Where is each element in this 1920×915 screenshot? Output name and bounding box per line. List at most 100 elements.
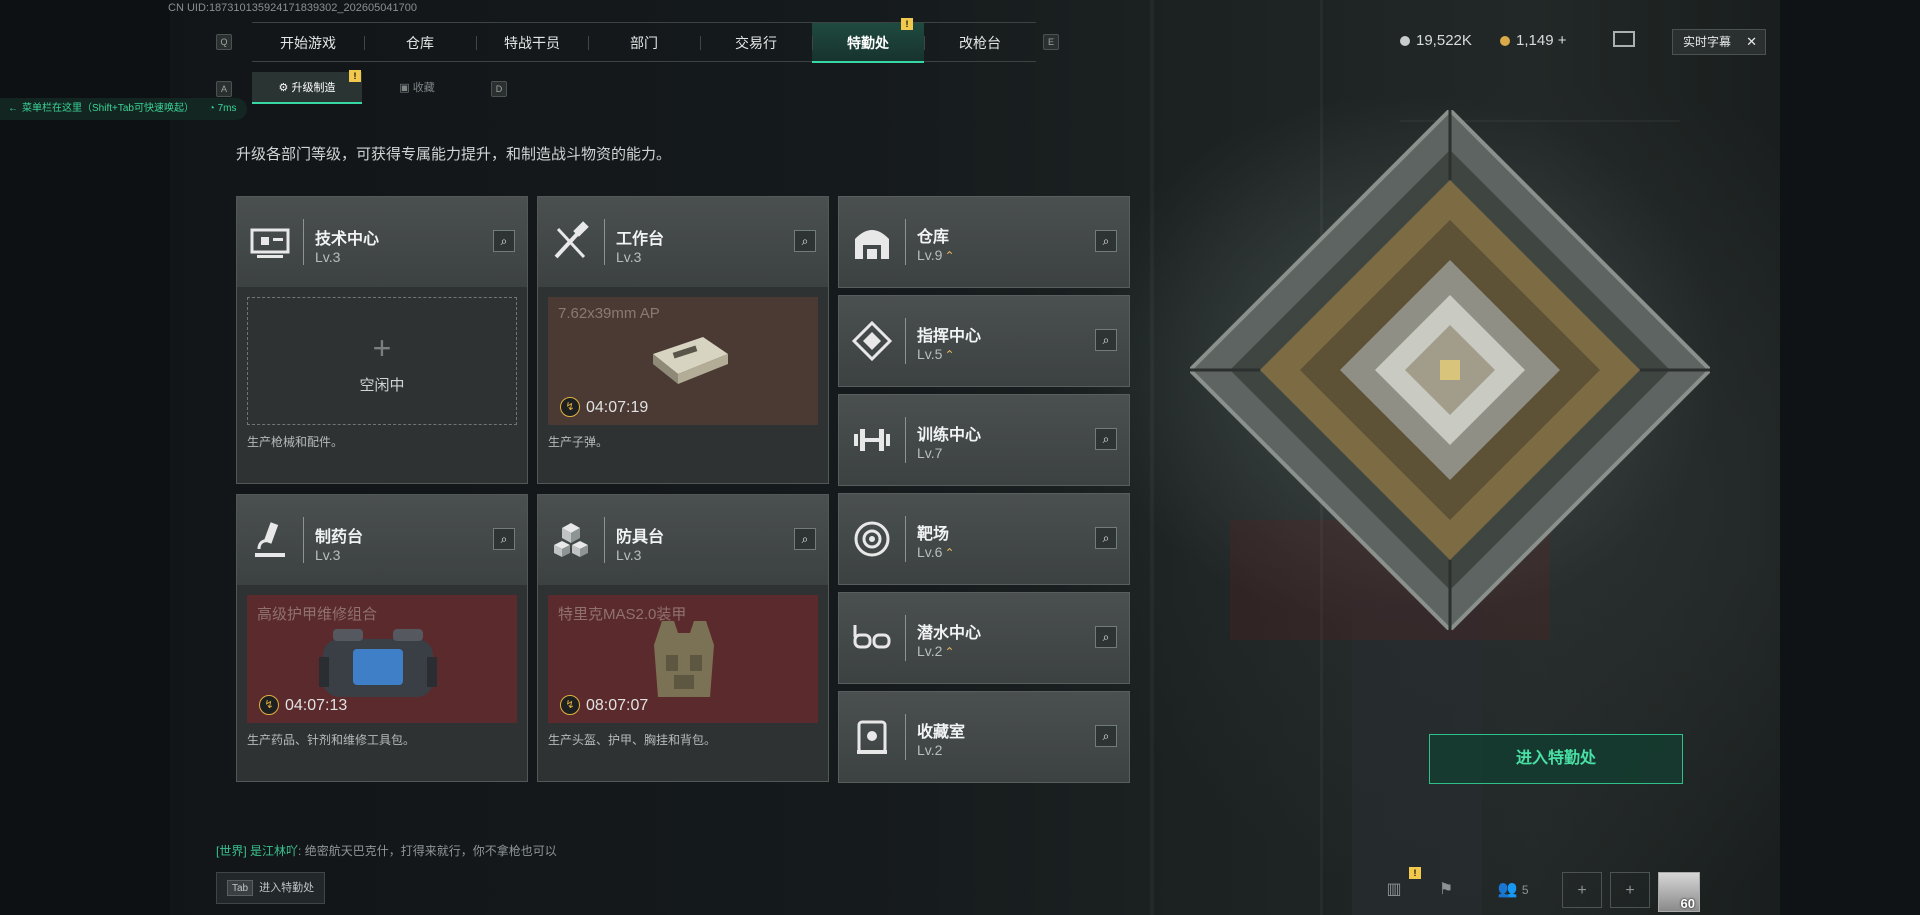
card-body: 特里克MAS2.0装甲 ↯ 08:07:07 生产头盔、护甲、胸挂和背包。 bbox=[538, 585, 828, 781]
card-pharmacy[interactable]: 制药台 Lv.3 ⌕ 高级护甲维修组合 ↯ 04:07:13 生产药品、针剂和维… bbox=[236, 494, 528, 782]
command-icon bbox=[851, 320, 893, 362]
dept-collection-room[interactable]: 收藏室 Lv.2 ⌕ bbox=[838, 691, 1130, 783]
page-description: 升级各部门等级，可获得专属能力提升，和制造战斗物资的能力。 bbox=[236, 146, 672, 163]
item-name: 7.62x39mm AP bbox=[558, 305, 660, 322]
dept-training-center[interactable]: 训练中心 Lv.7 ⌕ bbox=[838, 394, 1130, 486]
tab-gunsmith[interactable]: 改枪台 bbox=[924, 23, 1036, 63]
search-icon[interactable]: ⌕ bbox=[1095, 725, 1117, 747]
mail-icon[interactable] bbox=[1613, 31, 1635, 47]
upgrade-arrow-icon: ⌃ bbox=[944, 645, 955, 659]
armor-vest-image bbox=[654, 621, 714, 697]
microscope-icon bbox=[255, 522, 285, 557]
stats-icon[interactable]: ▥ bbox=[1374, 872, 1414, 908]
dept-name: 防具台 bbox=[616, 529, 665, 546]
add-party-slot-1[interactable]: + bbox=[1562, 872, 1602, 908]
subtab-label: 升级制造 bbox=[291, 82, 336, 94]
search-icon[interactable]: ⌕ bbox=[1095, 230, 1117, 252]
dept-level: Lv.3 bbox=[616, 547, 642, 563]
dept-level: Lv.3 bbox=[315, 249, 341, 265]
level-text: Lv.5 bbox=[917, 346, 943, 362]
search-icon[interactable]: ⌕ bbox=[794, 528, 816, 550]
dept-warehouse[interactable]: 仓库 Lv.9 ⌃ ⌕ bbox=[838, 196, 1130, 288]
enter-special-ops-button[interactable]: 进入特勤处 bbox=[1429, 734, 1683, 784]
card-armor-bench[interactable]: 防具台 Lv.3 ⌕ 特里克MAS2.0装甲 ↯ 08:07:07 生产头盔、护… bbox=[537, 494, 829, 782]
card-body: 高级护甲维修组合 ↯ 04:07:13 生产药品、针剂和维修工具包。 bbox=[237, 585, 527, 781]
chat-message: : 绝密航天巴克什，打得来就行，你不拿枪也可以 bbox=[298, 844, 557, 858]
dept-description: 生产枪械和配件。 bbox=[247, 435, 344, 449]
timer-icon: ↯ bbox=[560, 695, 580, 715]
left-vignette bbox=[0, 0, 170, 915]
timer-icon: ↯ bbox=[560, 397, 580, 417]
divider bbox=[905, 417, 906, 463]
dept-diving-center[interactable]: 潜水中心 Lv.2 ⌃ ⌕ bbox=[838, 592, 1130, 684]
dept-level: Lv.2 bbox=[917, 742, 943, 758]
add-party-slot-2[interactable]: + bbox=[1610, 872, 1650, 908]
search-icon[interactable]: ⌕ bbox=[1095, 527, 1117, 549]
card-tech-center[interactable]: 技术中心 Lv.3 ⌕ + 空闲中 生产枪械和配件。 bbox=[236, 196, 528, 484]
tab-start-game[interactable]: 开始游戏 bbox=[252, 23, 364, 63]
main-nav: 开始游戏 仓库 特战干员 部门 交易行 特勤处 改枪台 bbox=[252, 22, 1036, 63]
subtab-collection[interactable]: ▣ 收藏 bbox=[362, 72, 472, 104]
flag-icon[interactable]: ⚑ bbox=[1426, 872, 1466, 908]
idle-slot[interactable]: + 空闲中 bbox=[247, 297, 517, 425]
add-gold-icon[interactable]: + bbox=[1558, 32, 1567, 49]
tab-department[interactable]: 部门 bbox=[588, 23, 700, 63]
search-icon[interactable]: ⌕ bbox=[1095, 329, 1117, 351]
silver-coin-icon bbox=[1400, 36, 1410, 46]
repair-kit-image bbox=[319, 629, 437, 697]
dept-command-center[interactable]: 指挥中心 Lv.5 ⌃ ⌕ bbox=[838, 295, 1130, 387]
dept-level: Lv.7 bbox=[917, 445, 943, 461]
timer-icon: ↯ bbox=[259, 695, 279, 715]
gold-currency[interactable]: 1,149 + bbox=[1500, 32, 1566, 49]
card-head: 技术中心 Lv.3 ⌕ bbox=[237, 197, 527, 287]
search-icon[interactable]: ⌕ bbox=[493, 528, 515, 550]
special-ops-badge: ! bbox=[901, 18, 913, 30]
dept-shooting-range[interactable]: 靶场 Lv.6 ⌃ ⌕ bbox=[838, 493, 1130, 585]
search-icon[interactable]: ⌕ bbox=[794, 230, 816, 252]
production-slot[interactable]: 7.62x39mm AP ↯ 04:07:19 bbox=[548, 297, 818, 425]
search-icon[interactable]: ⌕ bbox=[1095, 428, 1117, 450]
dept-name: 靶场 bbox=[917, 526, 950, 543]
dept-level: Lv.3 bbox=[616, 249, 642, 265]
production-timer: 08:07:07 bbox=[586, 697, 649, 714]
menu-hint[interactable]: ← 菜单栏在这里（Shift+Tab可快速唤起） ◔ 7ms bbox=[0, 98, 247, 120]
stats-badge: ! bbox=[1409, 867, 1421, 879]
tab-hint-button[interactable]: Tab 进入特勤处 bbox=[216, 872, 326, 904]
production-slot[interactable]: 高级护甲维修组合 ↯ 04:07:13 bbox=[247, 595, 517, 723]
cubes-icon bbox=[554, 523, 588, 557]
level-text: Lv.2 bbox=[917, 643, 943, 659]
close-icon[interactable]: ✕ bbox=[1746, 30, 1757, 54]
level-text: Lv.9 bbox=[917, 247, 943, 263]
computer-icon bbox=[250, 228, 290, 258]
card-workbench[interactable]: 工作台 Lv.3 ⌕ 7.62x39mm AP ↯ 04:07:19 生产子弹。 bbox=[537, 196, 829, 484]
subnav-next-key: D bbox=[491, 81, 507, 97]
subtab-upgrade-craft[interactable]: ⚙ 升级制造 bbox=[252, 72, 362, 104]
upgrade-arrow-icon: ⌃ bbox=[944, 546, 955, 560]
ammo-box-image bbox=[653, 337, 728, 384]
friends-icon[interactable]: 👥 5 bbox=[1488, 872, 1538, 908]
chat-line[interactable]: [世界] 是江林吖: 绝密航天巴克什，打得来就行，你不拿枪也可以 bbox=[216, 842, 557, 859]
search-icon[interactable]: ⌕ bbox=[493, 230, 515, 252]
collection-icon: ▣ bbox=[399, 82, 413, 94]
dept-name: 训练中心 bbox=[917, 427, 982, 444]
friends-count: 5 bbox=[1521, 883, 1529, 897]
dept-name: 收藏室 bbox=[917, 724, 966, 741]
production-slot[interactable]: 特里克MAS2.0装甲 ↯ 08:07:07 bbox=[548, 595, 818, 723]
tab-warehouse[interactable]: 仓库 bbox=[364, 23, 476, 63]
tab-operators[interactable]: 特战干员 bbox=[476, 23, 588, 63]
dept-description: 生产子弹。 bbox=[548, 435, 609, 449]
dept-level: Lv.3 bbox=[315, 547, 341, 563]
dept-name: 制药台 bbox=[315, 529, 364, 546]
dept-name: 工作台 bbox=[616, 231, 665, 248]
avatar[interactable]: 60 bbox=[1658, 872, 1700, 912]
dept-level: Lv.6 ⌃ bbox=[917, 544, 955, 560]
tab-trade[interactable]: 交易行 bbox=[700, 23, 812, 63]
production-timer: 04:07:19 bbox=[586, 399, 649, 416]
search-icon[interactable]: ⌕ bbox=[1095, 626, 1117, 648]
wrench-icon: ⚙ bbox=[278, 82, 292, 94]
production-timer: 04:07:13 bbox=[285, 697, 348, 714]
live-subtitle-toggle[interactable]: 实时字幕 ✕ bbox=[1672, 29, 1766, 55]
upgrade-arrow-icon: ⌃ bbox=[944, 348, 955, 362]
dept-description: 生产药品、针剂和维修工具包。 bbox=[247, 733, 416, 747]
gold-amount: 1,149 bbox=[1516, 32, 1554, 49]
